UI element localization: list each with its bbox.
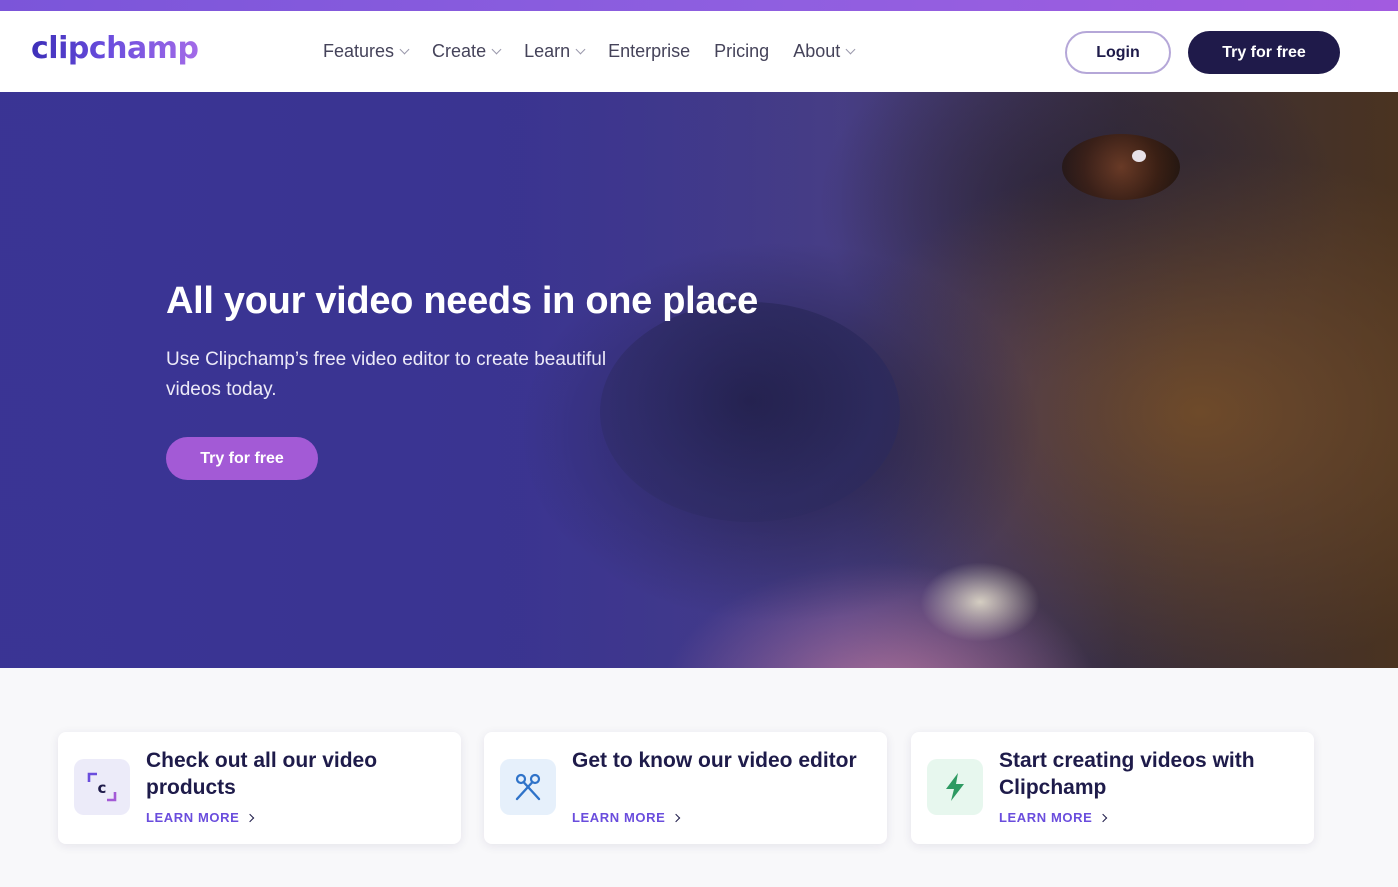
card-video-products[interactable]: c Check out all our video products LEARN… (58, 732, 461, 844)
chevron-down-icon (575, 44, 586, 55)
nav-item-learn[interactable]: Learn (524, 41, 586, 62)
learn-more-link[interactable]: LEARN MORE (999, 810, 1108, 825)
chevron-right-icon (672, 813, 681, 822)
clipchamp-c-icon: c (74, 759, 130, 815)
nav-item-create[interactable]: Create (432, 41, 502, 62)
nav-item-label: Create (432, 41, 487, 61)
top-accent-stripe (0, 0, 1398, 11)
chevron-right-icon (246, 813, 255, 822)
lightning-icon (927, 759, 983, 815)
nav-item-label: Pricing (714, 41, 770, 61)
chevron-down-icon (399, 44, 410, 55)
learn-more-label: LEARN MORE (999, 810, 1093, 825)
chevron-down-icon (845, 44, 856, 55)
hero-title: All your video needs in one place (166, 280, 758, 322)
nav-item-label: About (793, 41, 841, 61)
hero-try-for-free-button[interactable]: Try for free (166, 437, 318, 480)
nav-item-label: Enterprise (608, 41, 691, 61)
site-header: clipchamp Features Create Learn Enterpri… (0, 11, 1398, 92)
login-button[interactable]: Login (1065, 31, 1171, 74)
nav-item-about[interactable]: About (793, 41, 856, 62)
nav-item-pricing[interactable]: Pricing (714, 41, 769, 62)
learn-more-link[interactable]: LEARN MORE (572, 810, 681, 825)
feature-cards-section: c Check out all our video products LEARN… (0, 668, 1398, 887)
card-title: Start creating videos with Clipchamp (999, 749, 1255, 799)
chevron-down-icon (491, 44, 502, 55)
learn-more-link[interactable]: LEARN MORE (146, 810, 255, 825)
learn-more-label: LEARN MORE (146, 810, 240, 825)
nav-item-features[interactable]: Features (323, 41, 410, 62)
try-for-free-nav-button[interactable]: Try for free (1188, 31, 1340, 74)
card-video-editor[interactable]: Get to know our video editor LEARN MORE (484, 732, 887, 844)
hero-banner: All your video needs in one place Use Cl… (0, 92, 1398, 668)
clipchamp-logo[interactable]: clipchamp (31, 31, 199, 66)
card-title: Get to know our video editor (572, 749, 857, 772)
nav-item-enterprise[interactable]: Enterprise (608, 41, 690, 62)
card-title: Check out all our video products (146, 749, 378, 799)
svg-text:c: c (98, 779, 107, 797)
chevron-right-icon (1099, 813, 1108, 822)
scissors-icon (500, 759, 556, 815)
nav-item-label: Features (323, 41, 395, 61)
hero-subtitle: Use Clipchamp’s free video editor to cre… (166, 349, 607, 400)
nav-item-label: Learn (524, 41, 571, 61)
card-start-creating[interactable]: Start creating videos with Clipchamp LEA… (911, 732, 1314, 844)
learn-more-label: LEARN MORE (572, 810, 666, 825)
main-nav: Features Create Learn Enterprise Pricing… (323, 11, 878, 92)
